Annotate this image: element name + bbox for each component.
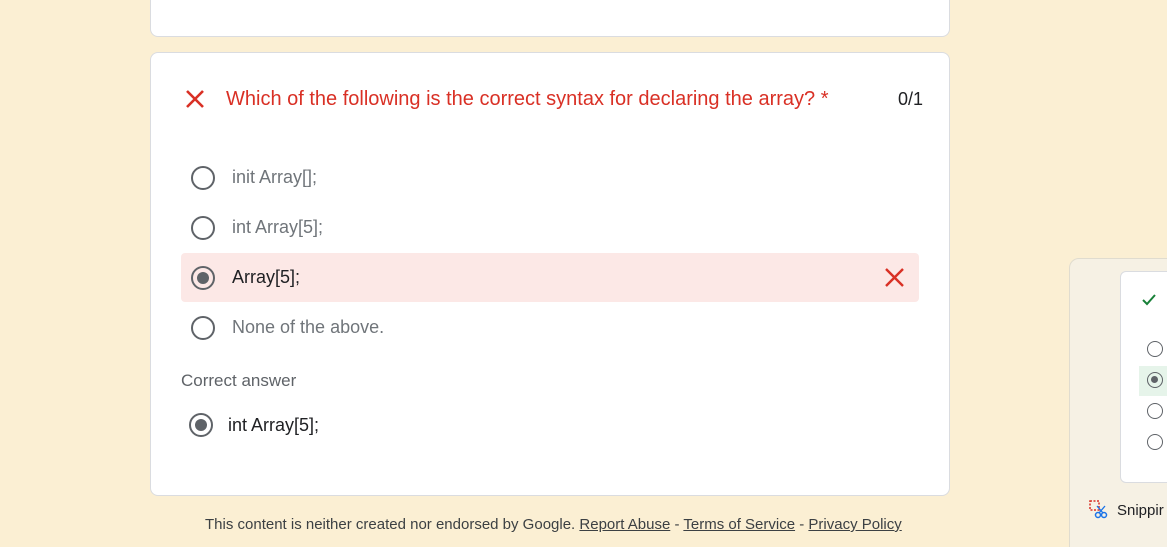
checkmark-icon: [1142, 294, 1156, 306]
radio-button-checked[interactable]: [191, 265, 215, 290]
option-4[interactable]: None of the above.: [181, 303, 919, 352]
option-label: Array[5];: [232, 267, 301, 287]
radio-button-checked: [189, 413, 213, 437]
wrong-x-icon: [885, 268, 904, 287]
footer-notice: This content is neither created nor endo…: [205, 516, 576, 533]
question-score: 0/1: [897, 88, 923, 109]
option-1[interactable]: init Array[];: [181, 153, 919, 202]
question-title: Which of the following is the correct sy…: [226, 87, 829, 110]
option-label: init Array[];: [232, 167, 318, 187]
footer-separator: -: [795, 516, 809, 533]
terms-link[interactable]: Terms of Service: [683, 516, 795, 533]
preview-card: [1120, 271, 1167, 483]
privacy-link[interactable]: Privacy Policy: [808, 516, 901, 533]
preview-radio-checked: [1147, 372, 1163, 388]
incorrect-x-icon: [186, 90, 204, 108]
radio-button[interactable]: [191, 165, 215, 190]
preview-radio: [1147, 434, 1163, 450]
footer-separator: -: [670, 516, 684, 533]
preview-radio: [1147, 403, 1163, 419]
question-header: Which of the following is the correct sy…: [183, 87, 923, 111]
radio-button[interactable]: [191, 315, 215, 340]
snipping-tool-notification[interactable]: Snippir: [1089, 500, 1164, 520]
correct-answer-label: int Array[5];: [228, 414, 320, 435]
correct-answer-heading: Correct answer: [181, 371, 297, 390]
question-card: Which of the following is the correct sy…: [150, 52, 950, 496]
report-abuse-link[interactable]: Report Abuse: [579, 516, 670, 533]
previous-question-card: [150, 0, 950, 37]
correct-answer-option: int Array[5];: [189, 413, 319, 437]
snipping-tool-icon: [1089, 500, 1108, 519]
option-3-selected-wrong[interactable]: Array[5];: [181, 253, 919, 302]
preview-radio: [1147, 341, 1163, 357]
snipping-tool-label: Snippir: [1117, 501, 1164, 519]
radio-button[interactable]: [191, 215, 215, 240]
option-label: None of the above.: [232, 317, 385, 337]
option-2[interactable]: int Array[5];: [181, 203, 919, 252]
option-label: int Array[5];: [232, 217, 324, 237]
